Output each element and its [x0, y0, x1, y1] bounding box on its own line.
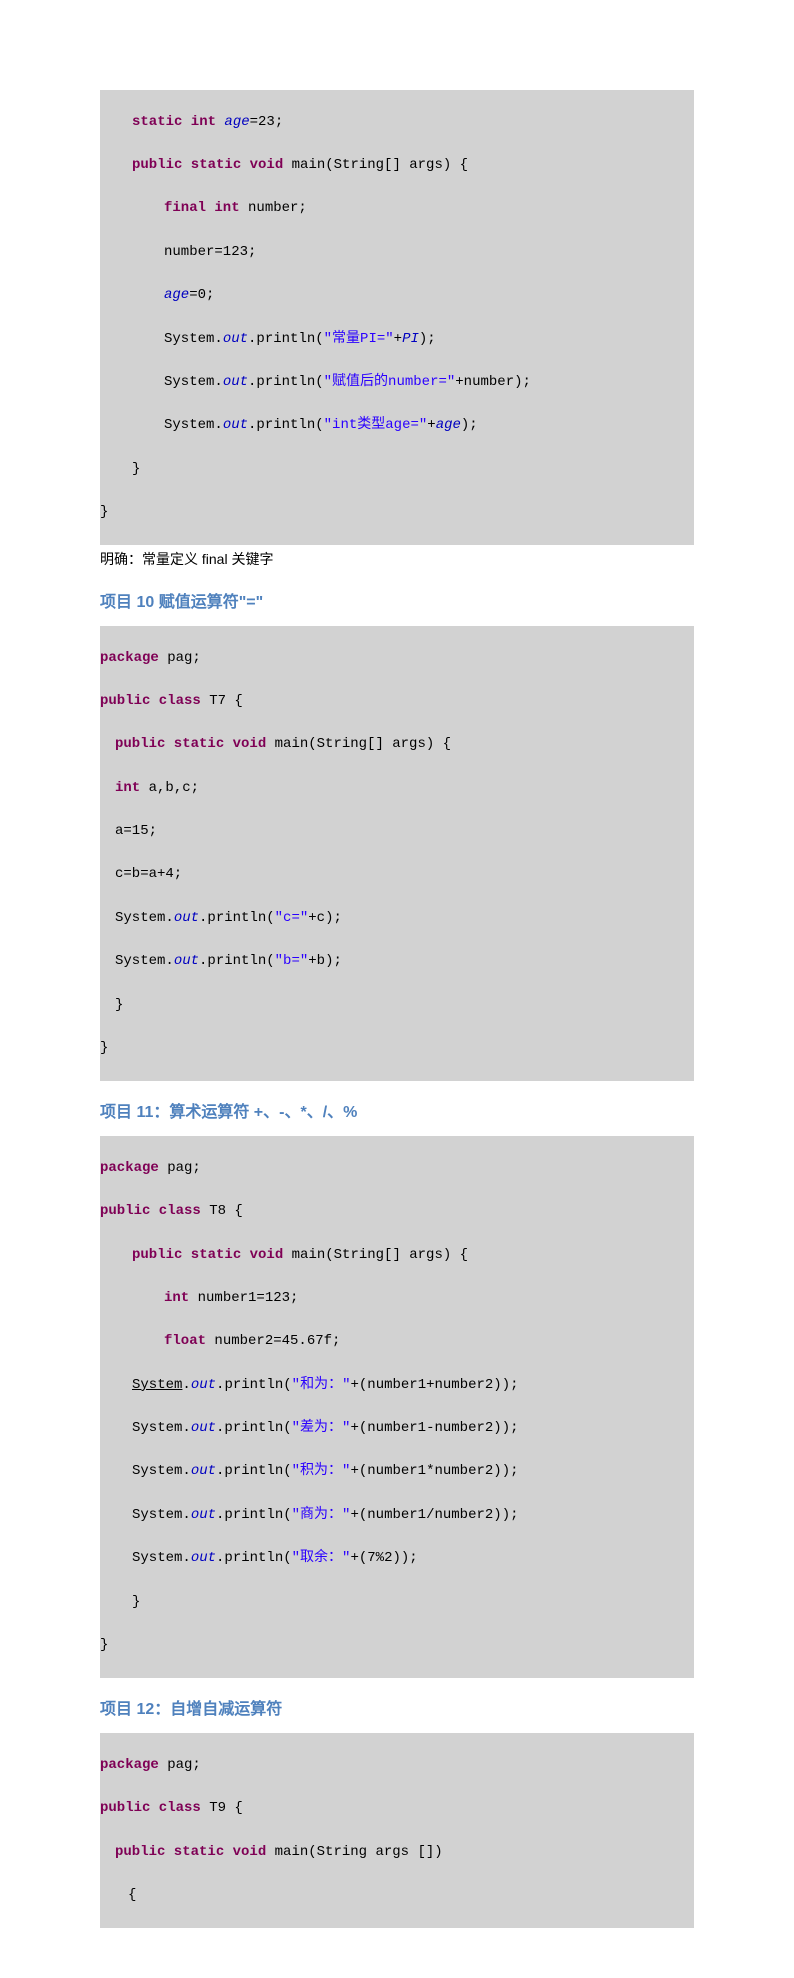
code-line: package pag;: [100, 1755, 694, 1777]
code-line: }: [100, 502, 694, 524]
code-line: public class T7 {: [100, 691, 694, 713]
code-line: }: [100, 1038, 694, 1060]
code-line: {: [100, 1885, 694, 1907]
code-line: System.out.println("常量PI="+PI);: [100, 329, 694, 351]
code-line: public static void main(String[] args) {: [100, 734, 694, 756]
code-line: c=b=a+4;: [100, 864, 694, 886]
code-line: a=15;: [100, 821, 694, 843]
code-line: int number1=123;: [100, 1288, 694, 1310]
code-line: public class T8 {: [100, 1201, 694, 1223]
code-line: System.out.println("差为："+(number1-number…: [100, 1418, 694, 1440]
code-line: static int age=23;: [100, 112, 694, 134]
code-block-4: package pag; public class T9 { public st…: [100, 1733, 694, 1928]
code-line: }: [100, 459, 694, 481]
code-line: }: [100, 1635, 694, 1657]
code-line: package pag;: [100, 648, 694, 670]
heading-12: 项目 12：自增自减运算符: [100, 1698, 694, 1723]
code-line: System.out.println("int类型age="+age);: [100, 415, 694, 437]
code-line: System.out.println("c="+c);: [100, 908, 694, 930]
code-line: System.out.println("赋值后的number="+number)…: [100, 372, 694, 394]
code-line: number=123;: [100, 242, 694, 264]
code-line: public static void main(String[] args) {: [100, 155, 694, 177]
code-line: System.out.println("取余："+(7%2));: [100, 1548, 694, 1570]
code-line: age=0;: [100, 285, 694, 307]
code-line: System.out.println("b="+b);: [100, 951, 694, 973]
code-line: int a,b,c;: [100, 778, 694, 800]
code-block-1: static int age=23; public static void ma…: [100, 90, 694, 545]
code-block-3: package pag; public class T8 { public st…: [100, 1136, 694, 1678]
code-line: public class T9 {: [100, 1798, 694, 1820]
heading-10: 项目 10 赋值运算符"=": [100, 591, 694, 616]
code-line: }: [100, 1592, 694, 1614]
code-line: float number2=45.67f;: [100, 1331, 694, 1353]
code-line: public static void main(String args []): [100, 1842, 694, 1864]
note-text: 明确：常量定义 final 关键字: [100, 549, 694, 571]
code-line: System.out.println("积为："+(number1*number…: [100, 1461, 694, 1483]
code-line: final int number;: [100, 198, 694, 220]
code-line: public static void main(String[] args) {: [100, 1245, 694, 1267]
code-line: }: [100, 995, 694, 1017]
heading-11: 项目 11：算术运算符 +、-、*、/、%: [100, 1101, 694, 1126]
code-line: System.out.println("和为："+(number1+number…: [100, 1375, 694, 1397]
code-block-2: package pag; public class T7 { public st…: [100, 626, 694, 1081]
code-line: package pag;: [100, 1158, 694, 1180]
code-line: System.out.println("商为："+(number1/number…: [100, 1505, 694, 1527]
